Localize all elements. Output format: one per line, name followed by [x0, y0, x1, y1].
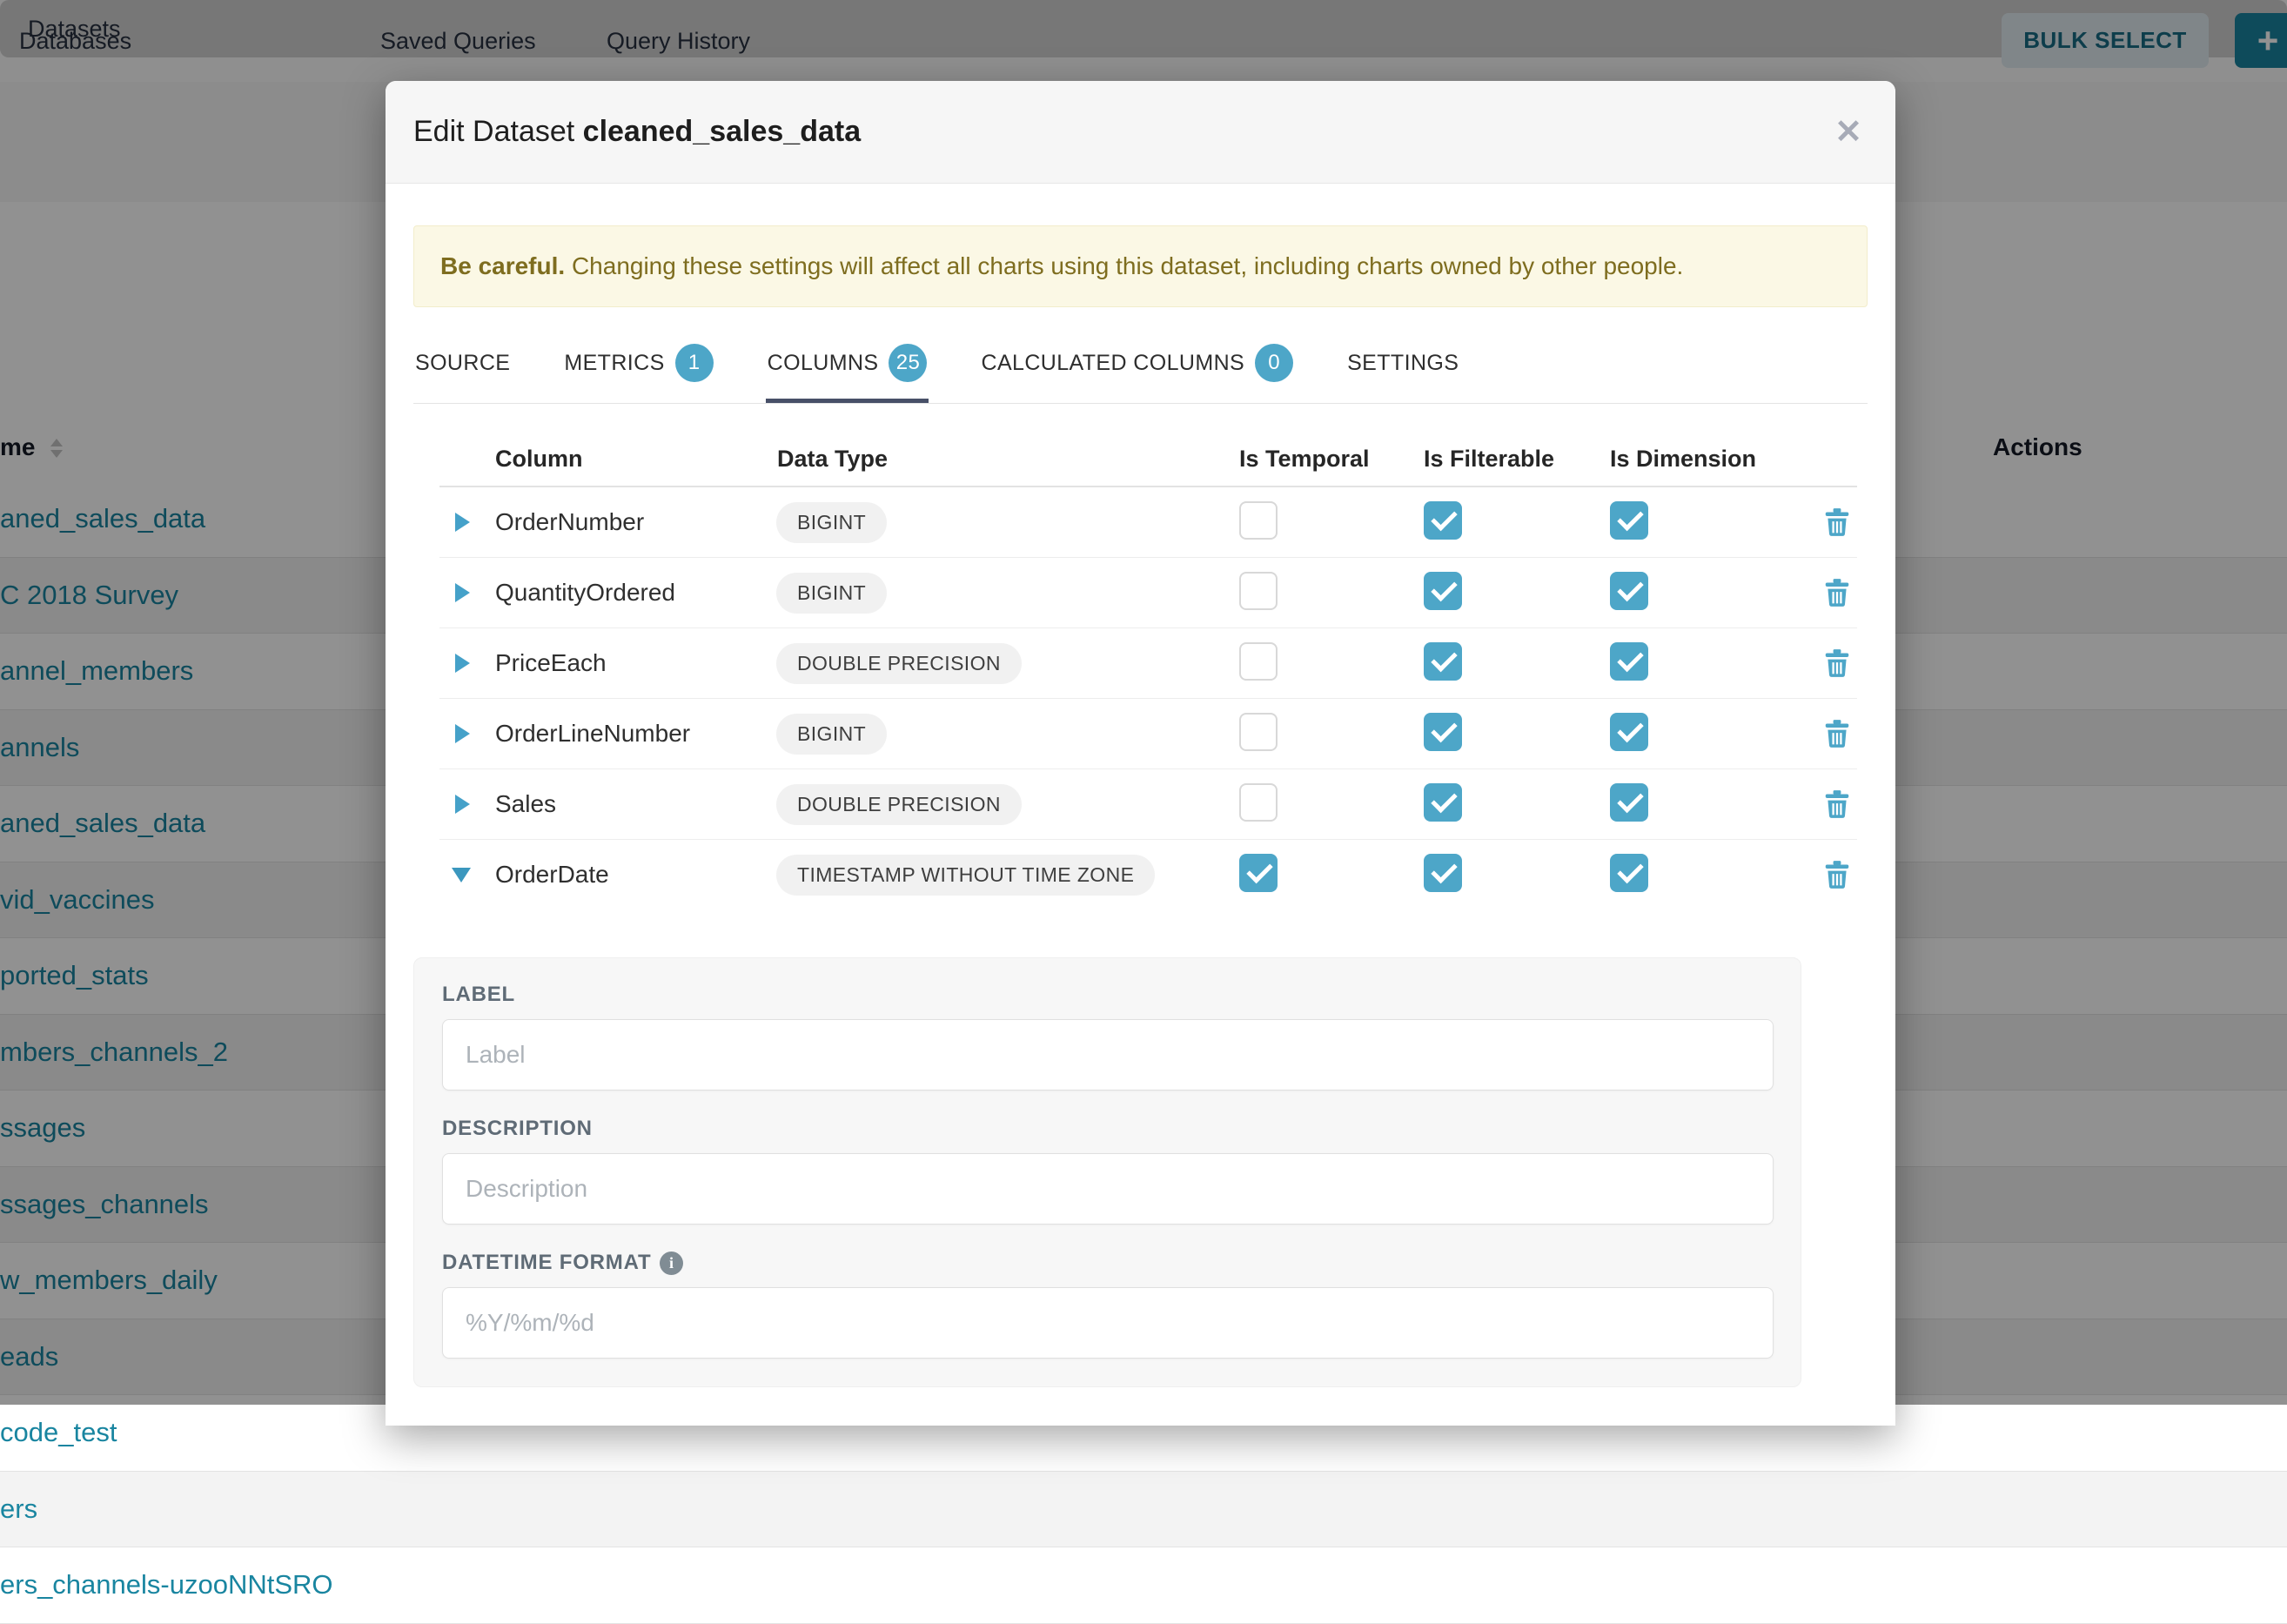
column-row: OrderNumber BIGINT: [439, 487, 1857, 558]
column-detail-panel: LABEL DESCRIPTION DATETIME FORMAT i: [413, 957, 1801, 1387]
edit-dataset-modal: Edit Dataset cleaned_sales_data ✕ Be car…: [386, 81, 1895, 1426]
table-row: ers_channels-uzooNNtSRO: [0, 1547, 2287, 1624]
label-field-label-text: LABEL: [442, 983, 515, 1007]
is-filterable-checkbox[interactable]: [1424, 854, 1462, 892]
column-row: OrderLineNumber BIGINT: [439, 699, 1857, 769]
dataset-link[interactable]: ers_channels-uzooNNtSRO: [0, 1569, 333, 1601]
column-name: OrderLineNumber: [488, 720, 770, 748]
is-dimension-checkbox[interactable]: [1610, 572, 1648, 610]
modal-body: Be careful. Changing these settings will…: [386, 184, 1895, 1387]
is-temporal-checkbox[interactable]: [1239, 783, 1278, 822]
is-filterable-header: Is Filterable: [1424, 446, 1610, 473]
expand-caret-icon[interactable]: [455, 795, 470, 814]
column-name: OrderDate: [488, 861, 770, 889]
is-filterable-checkbox[interactable]: [1424, 713, 1462, 751]
count-badge: 1: [675, 344, 714, 382]
datetime-format-input[interactable]: [442, 1287, 1774, 1359]
modal-title-prefix: Edit Dataset: [413, 115, 574, 148]
column-header: Column: [488, 446, 770, 473]
close-icon[interactable]: ✕: [1834, 116, 1862, 149]
data-type-pill: DOUBLE PRECISION: [776, 784, 1022, 825]
modal-title: Edit Dataset cleaned_sales_data: [413, 115, 861, 149]
data-type-pill: BIGINT: [776, 714, 887, 755]
tab-label: SETTINGS: [1347, 351, 1459, 376]
delete-icon[interactable]: [1824, 789, 1850, 819]
delete-icon[interactable]: [1824, 578, 1850, 607]
tab-calculated-columns[interactable]: CALCULATED COLUMNS 0: [979, 335, 1295, 403]
tab-label: CALCULATED COLUMNS: [981, 351, 1244, 376]
table-row: ers: [0, 1472, 2287, 1548]
warning-bold-text: Be careful.: [440, 252, 565, 279]
data-type-pill: DOUBLE PRECISION: [776, 643, 1022, 684]
is-filterable-checkbox[interactable]: [1424, 572, 1462, 610]
columns-table: Column Data Type Is Temporal Is Filterab…: [439, 432, 1857, 909]
is-temporal-header: Is Temporal: [1239, 446, 1424, 473]
is-temporal-checkbox[interactable]: [1239, 642, 1278, 681]
description-input[interactable]: [442, 1153, 1774, 1225]
delete-icon[interactable]: [1824, 860, 1850, 889]
delete-icon[interactable]: [1824, 719, 1850, 748]
tab-source[interactable]: SOURCE: [413, 335, 512, 403]
data-type-header: Data Type: [770, 446, 1239, 473]
label-input[interactable]: [442, 1019, 1774, 1090]
count-badge: 25: [889, 344, 927, 382]
tab-label: METRICS: [564, 351, 664, 376]
is-dimension-header: Is Dimension: [1610, 446, 1794, 473]
count-badge: 0: [1255, 344, 1293, 382]
columns-table-header: Column Data Type Is Temporal Is Filterab…: [439, 432, 1857, 487]
is-filterable-checkbox[interactable]: [1424, 501, 1462, 540]
dataset-link[interactable]: code_test: [0, 1417, 117, 1448]
modal-tabs: SOURCE METRICS 1 COLUMNS 25 CALCULATED C…: [413, 335, 1868, 404]
tab-columns[interactable]: COLUMNS 25: [766, 335, 929, 403]
info-icon[interactable]: i: [660, 1252, 683, 1275]
is-dimension-checkbox[interactable]: [1610, 713, 1648, 751]
expand-caret-icon[interactable]: [455, 724, 470, 743]
column-row: QuantityOrdered BIGINT: [439, 558, 1857, 628]
column-name: OrderNumber: [488, 508, 770, 536]
warning-text: Changing these settings will affect all …: [572, 252, 1683, 279]
modal-header: Edit Dataset cleaned_sales_data ✕: [386, 81, 1895, 184]
column-name: Sales: [488, 790, 770, 818]
is-temporal-checkbox[interactable]: [1239, 713, 1278, 751]
expand-caret-icon[interactable]: [455, 654, 470, 673]
data-type-pill: BIGINT: [776, 573, 887, 614]
data-type-pill: TIMESTAMP WITHOUT TIME ZONE: [776, 855, 1155, 896]
tab-label: SOURCE: [415, 351, 510, 376]
is-filterable-checkbox[interactable]: [1424, 642, 1462, 681]
collapse-caret-icon[interactable]: [452, 868, 471, 882]
is-dimension-checkbox[interactable]: [1610, 783, 1648, 822]
warning-banner: Be careful. Changing these settings will…: [413, 225, 1868, 307]
is-dimension-checkbox[interactable]: [1610, 642, 1648, 681]
dataset-link[interactable]: ers: [0, 1493, 37, 1525]
column-row-expanded: OrderDate TIMESTAMP WITHOUT TIME ZONE: [439, 840, 1857, 909]
is-dimension-checkbox[interactable]: [1610, 501, 1648, 540]
tab-label: COLUMNS: [768, 351, 879, 376]
column-row: PriceEach DOUBLE PRECISION: [439, 628, 1857, 699]
description-field-label-text: DESCRIPTION: [442, 1117, 593, 1141]
is-filterable-checkbox[interactable]: [1424, 783, 1462, 822]
column-name: PriceEach: [488, 649, 770, 677]
expand-caret-icon[interactable]: [455, 513, 470, 532]
is-dimension-checkbox[interactable]: [1610, 854, 1648, 892]
delete-icon[interactable]: [1824, 507, 1850, 537]
datetime-format-field-label: DATETIME FORMAT i: [442, 1251, 1801, 1275]
data-type-pill: BIGINT: [776, 502, 887, 543]
delete-icon[interactable]: [1824, 648, 1850, 678]
is-temporal-checkbox[interactable]: [1239, 572, 1278, 610]
column-name: QuantityOrdered: [488, 579, 770, 607]
is-temporal-checkbox[interactable]: [1239, 501, 1278, 540]
tab-settings[interactable]: SETTINGS: [1345, 335, 1460, 403]
label-field-label: LABEL: [442, 983, 1801, 1007]
modal-title-dataset-name: cleaned_sales_data: [583, 115, 861, 148]
description-field-label: DESCRIPTION: [442, 1117, 1801, 1141]
column-row: Sales DOUBLE PRECISION: [439, 769, 1857, 840]
is-temporal-checkbox[interactable]: [1239, 854, 1278, 892]
tab-metrics[interactable]: METRICS 1: [562, 335, 714, 403]
expand-caret-icon[interactable]: [455, 583, 470, 602]
datetime-format-label-text: DATETIME FORMAT: [442, 1251, 651, 1275]
